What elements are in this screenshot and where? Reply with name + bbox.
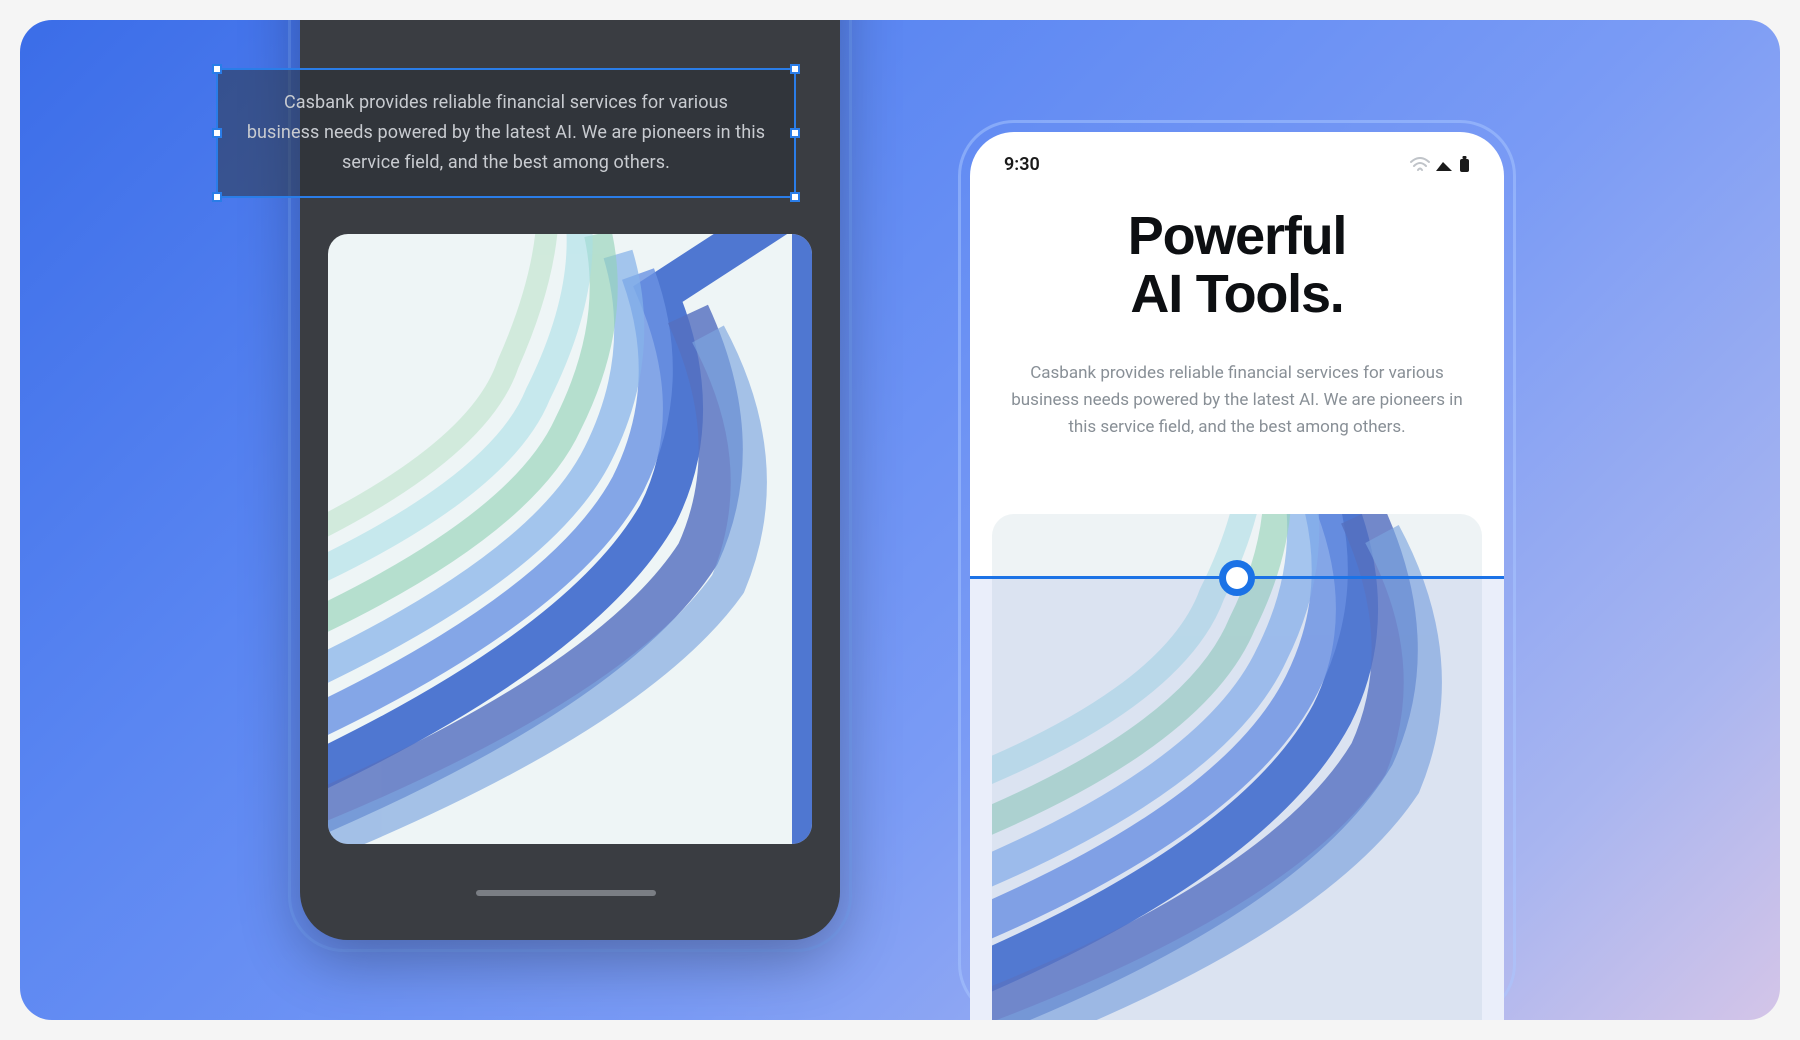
text-selection-frame[interactable]: Casbank provides reliable financial serv… [216, 68, 796, 198]
status-icons [1410, 156, 1470, 173]
hero-image-editor[interactable] [328, 234, 812, 844]
selected-text-content[interactable]: Casbank provides reliable financial serv… [246, 88, 766, 177]
battery-icon [1459, 156, 1470, 173]
resize-handle-top-left[interactable] [212, 64, 222, 74]
status-time: 9:30 [1004, 154, 1040, 175]
home-indicator-bar [476, 890, 656, 896]
hero-title: Powerful AI Tools. [970, 207, 1504, 324]
resize-handle-middle-left[interactable] [212, 128, 222, 138]
cellular-icon [1435, 157, 1454, 172]
hero-description: Casbank provides reliable financial serv… [1002, 360, 1472, 442]
resize-handle-middle-right[interactable] [790, 128, 800, 138]
resize-handle-top-right[interactable] [790, 64, 800, 74]
measure-drag-handle[interactable] [1219, 560, 1255, 596]
hero-title-line2: AI Tools. [970, 265, 1504, 323]
hero-title-line1: Powerful [970, 207, 1504, 265]
status-bar: 9:30 [970, 132, 1504, 187]
resize-handle-bottom-right[interactable] [790, 192, 800, 202]
resize-handle-bottom-left[interactable] [212, 192, 222, 202]
tutorial-card: Casbank provides reliable financial serv… [20, 20, 1780, 1020]
abstract-wave-art-icon [328, 234, 812, 844]
wifi-icon [1410, 157, 1430, 172]
